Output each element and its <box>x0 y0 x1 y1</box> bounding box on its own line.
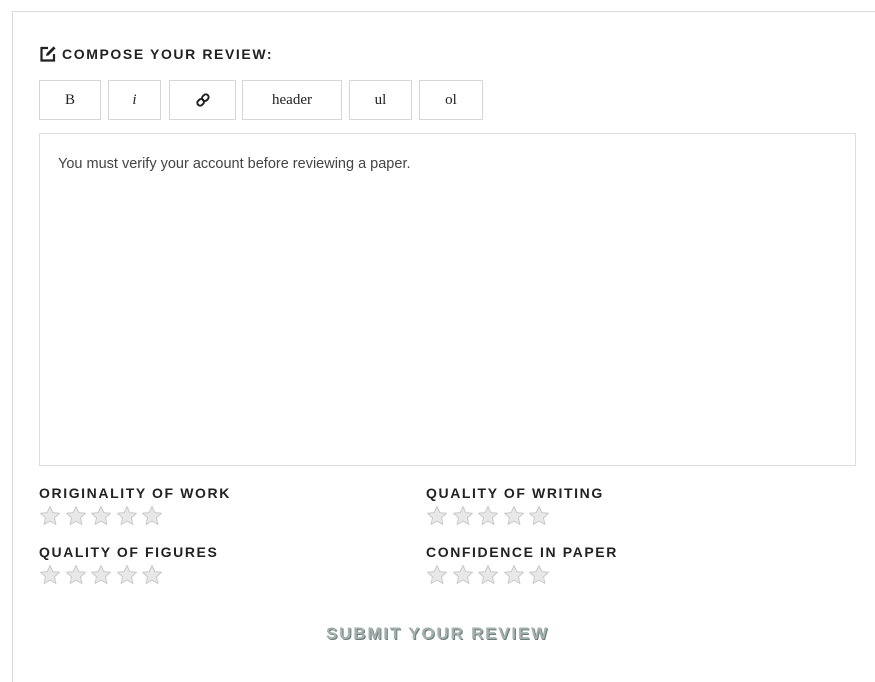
link-button[interactable] <box>169 80 236 120</box>
compose-review-heading: COMPOSE YOUR REVIEW: <box>39 43 273 65</box>
star-icon[interactable] <box>426 505 448 527</box>
star-rating <box>39 505 231 527</box>
header-button[interactable]: header <box>242 80 342 120</box>
rating-figures: QUALITY OF FIGURES <box>39 543 218 586</box>
rating-label: QUALITY OF FIGURES <box>39 544 219 560</box>
review-page: COMPOSE YOUR REVIEW: B i header ul ol Yo… <box>0 0 875 682</box>
star-icon[interactable] <box>452 505 474 527</box>
submit-review-row: SUBMIT YOUR REVIEW <box>0 624 875 644</box>
rating-writing: QUALITY OF WRITING <box>426 484 604 527</box>
star-icon[interactable] <box>39 505 61 527</box>
star-icon[interactable] <box>116 564 138 586</box>
ordered-list-button[interactable]: ol <box>419 80 483 120</box>
rating-label: CONFIDENCE IN PAPER <box>426 544 618 560</box>
compose-review-title: COMPOSE YOUR REVIEW: <box>62 46 274 62</box>
submit-review-button[interactable]: SUBMIT YOUR REVIEW <box>326 624 549 643</box>
italic-button[interactable]: i <box>108 80 161 120</box>
star-icon[interactable] <box>65 564 87 586</box>
star-icon[interactable] <box>426 564 448 586</box>
star-rating <box>426 505 604 527</box>
unordered-list-button[interactable]: ul <box>349 80 412 120</box>
star-icon[interactable] <box>141 564 163 586</box>
rating-label: QUALITY OF WRITING <box>426 485 604 501</box>
star-icon[interactable] <box>528 505 550 527</box>
star-icon[interactable] <box>90 505 112 527</box>
review-editor[interactable]: You must verify your account before revi… <box>39 133 856 466</box>
star-icon[interactable] <box>477 564 499 586</box>
star-icon[interactable] <box>116 505 138 527</box>
star-icon[interactable] <box>65 505 87 527</box>
star-icon[interactable] <box>503 505 525 527</box>
bold-button[interactable]: B <box>39 80 101 120</box>
rating-label: ORIGINALITY OF WORK <box>39 485 231 501</box>
star-icon[interactable] <box>39 564 61 586</box>
star-icon[interactable] <box>141 505 163 527</box>
rating-confidence: CONFIDENCE IN PAPER <box>426 543 618 586</box>
star-icon[interactable] <box>503 564 525 586</box>
star-icon[interactable] <box>477 505 499 527</box>
star-icon[interactable] <box>528 564 550 586</box>
star-rating <box>426 564 618 586</box>
rating-originality: ORIGINALITY OF WORK <box>39 484 231 527</box>
edit-icon <box>39 45 57 63</box>
star-icon[interactable] <box>90 564 112 586</box>
link-icon <box>195 92 211 108</box>
editor-message: You must verify your account before revi… <box>58 156 411 172</box>
star-rating <box>39 564 218 586</box>
star-icon[interactable] <box>452 564 474 586</box>
